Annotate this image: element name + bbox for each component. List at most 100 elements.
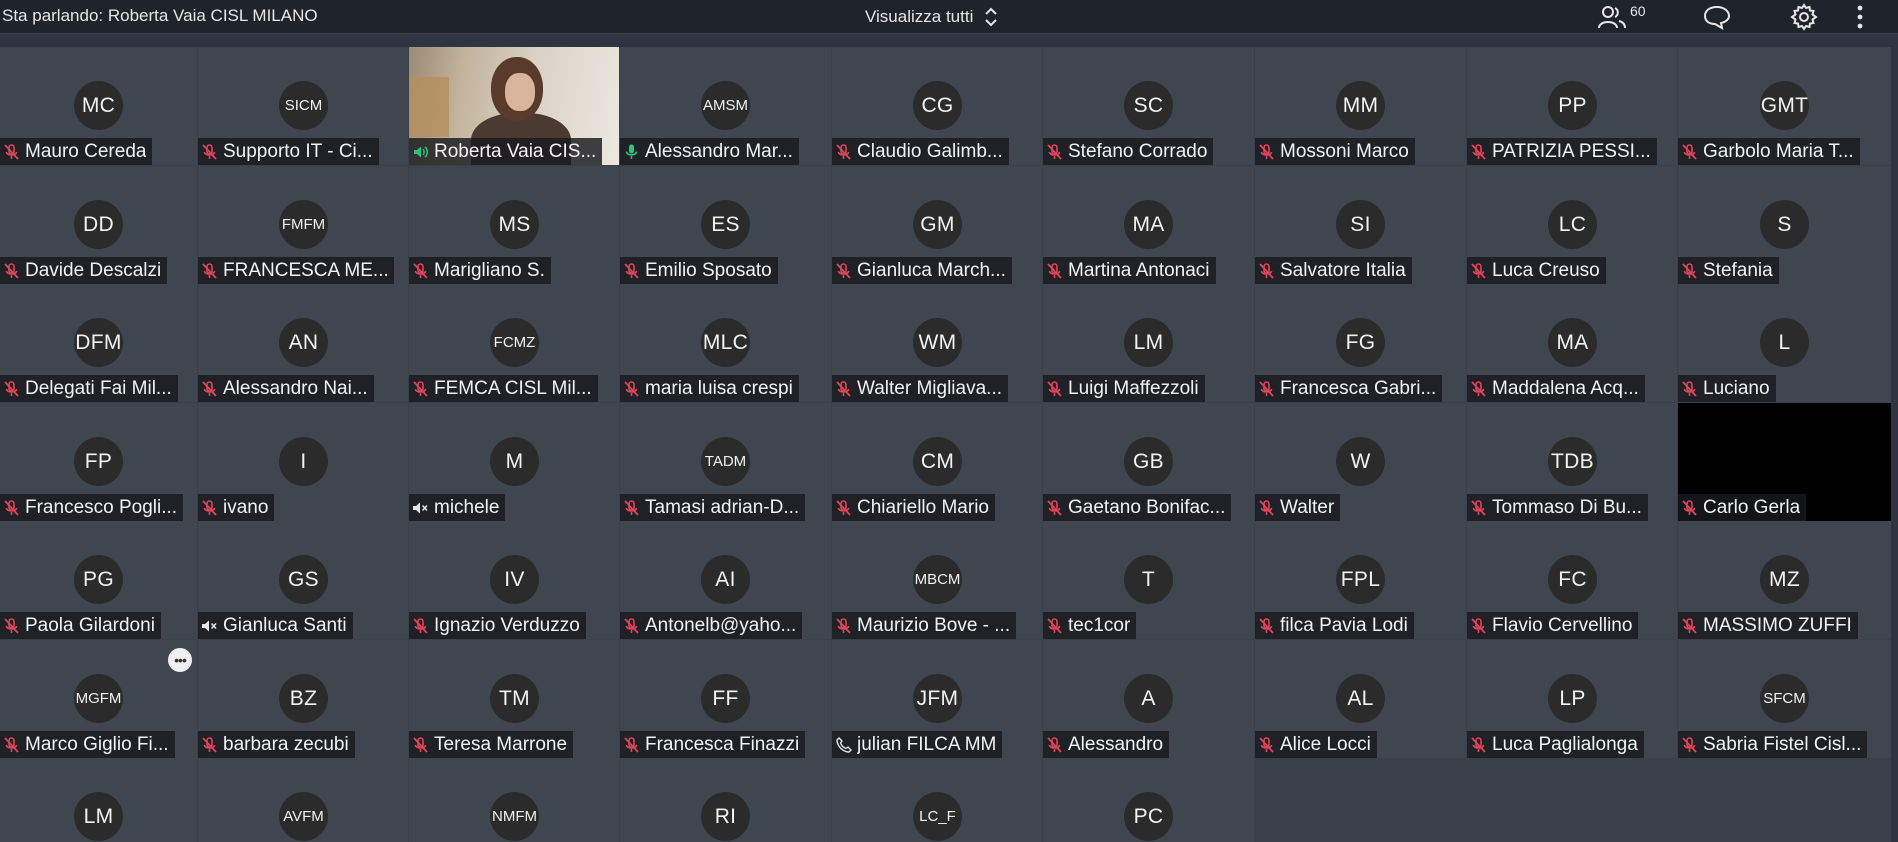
participant-tile[interactable]: LC_F — [832, 758, 1042, 842]
participant-tile[interactable]: NMFM — [409, 758, 619, 842]
participant-tile[interactable]: AN Alessandro Nai... — [198, 284, 408, 402]
more-options-button[interactable] — [1856, 3, 1864, 31]
participant-tile[interactable]: DFM Delegati Fai Mil... — [0, 284, 197, 402]
participant-tile[interactable]: MZ MASSIMO ZUFFI — [1678, 521, 1891, 639]
avatar: PC — [1124, 792, 1173, 841]
participant-tile[interactable]: TADM Tamasi adrian-D... — [620, 403, 831, 521]
participant-tile[interactable]: LM — [0, 758, 197, 842]
participant-tile[interactable]: FG Francesca Gabri... — [1255, 284, 1466, 402]
phone-icon — [836, 736, 852, 753]
participant-tile[interactable]: RI — [620, 758, 831, 842]
participant-tile[interactable]: Roberta Vaia CIS... — [409, 47, 619, 165]
speaker-muted-icon — [413, 502, 428, 513]
participant-tile[interactable]: SI Salvatore Italia — [1255, 166, 1466, 284]
participant-tile[interactable]: TDB Tommaso Di Bu... — [1467, 403, 1677, 521]
status-indicator — [835, 143, 852, 161]
participant-tile[interactable]: GMT Garbolo Maria T... — [1678, 47, 1891, 165]
participant-tile[interactable]: Iivano — [198, 403, 408, 521]
participant-tile[interactable]: AMSM Alessandro Mar... — [620, 47, 831, 165]
participant-name: Roberta Vaia CIS... — [434, 140, 597, 162]
participant-name: Gaetano Bonifac... — [1068, 496, 1226, 518]
avatar: FC — [1548, 555, 1597, 604]
participant-name: Alessandro — [1068, 733, 1164, 755]
participant-tile[interactable]: IV Ignazio Verduzzo — [409, 521, 619, 639]
participant-tile[interactable]: S Stefania — [1678, 166, 1891, 284]
participant-tile[interactable]: Mmichele — [409, 403, 619, 521]
participant-tile[interactable]: A Alessandro — [1043, 640, 1254, 758]
participant-name: Luca Creuso — [1492, 259, 1600, 281]
participant-tile[interactable]: CM Chiariello Mario — [832, 403, 1042, 521]
participant-name: FRANCESCA ME... — [223, 259, 388, 281]
status-indicator — [623, 380, 640, 398]
status-indicator — [835, 617, 852, 635]
participant-tile[interactable]: PC — [1043, 758, 1254, 842]
status-indicator — [1046, 262, 1063, 280]
mic-muted-icon — [202, 262, 217, 279]
mic-muted-icon — [836, 262, 851, 279]
participant-tile[interactable]: MS Marigliano S. — [409, 166, 619, 284]
participants-button[interactable]: 60 — [1597, 3, 1646, 31]
participant-tile[interactable]: FC Flavio Cervellino — [1467, 521, 1677, 639]
participant-nameplate: julian FILCA MM — [832, 731, 1003, 758]
participant-tile[interactable]: MM Mossoni Marco — [1255, 47, 1466, 165]
participant-tile[interactable]: GS Gianluca Santi — [198, 521, 408, 639]
participant-tile[interactable]: MBCM Maurizio Bove - ... — [832, 521, 1042, 639]
status-indicator — [412, 736, 429, 754]
participant-tile[interactable]: AI Antonelb@yaho... — [620, 521, 831, 639]
participant-tile[interactable]: LP Luca Paglialonga — [1467, 640, 1677, 758]
participant-nameplate: Stefania — [1678, 257, 1779, 284]
participant-tile[interactable]: MA Maddalena Acq... — [1467, 284, 1677, 402]
participant-tile[interactable]: SICM Supporto IT - Ci... — [198, 47, 408, 165]
participant-tile[interactable]: TM Teresa Marrone — [409, 640, 619, 758]
participant-tile[interactable]: Ttec1cor — [1043, 521, 1254, 639]
avatar: M — [490, 437, 539, 486]
participant-tile[interactable]: PP PATRIZIA PESSI... — [1467, 47, 1677, 165]
participant-tile[interactable]: CG Claudio Galimb... — [832, 47, 1042, 165]
participant-nameplate: Maurizio Bove - ... — [832, 612, 1017, 639]
participant-tile[interactable]: W Walter — [1255, 403, 1466, 521]
participant-tile[interactable]: DD Davide Descalzi — [0, 166, 197, 284]
mic-muted-icon — [1682, 499, 1697, 516]
participant-tile[interactable]: Carlo Gerla — [1678, 403, 1891, 521]
participant-tile[interactable]: FCMZ FEMCA CISL Mil... — [409, 284, 619, 402]
participant-tile[interactable]: FMFM FRANCESCA ME... — [198, 166, 408, 284]
status-indicator — [623, 736, 640, 754]
participant-nameplate: Marigliano S. — [409, 257, 551, 284]
participant-tile[interactable]: FPL filca Pavia Lodi — [1255, 521, 1466, 639]
participant-name: Luca Paglialonga — [1492, 733, 1638, 755]
participant-tile[interactable]: LM Luigi Maffezzoli — [1043, 284, 1254, 402]
chat-button[interactable] — [1702, 3, 1732, 31]
status-indicator — [1046, 617, 1063, 635]
avatar: NMFM — [490, 792, 539, 841]
participant-tile[interactable]: MC Mauro Cereda — [0, 47, 197, 165]
settings-button[interactable] — [1790, 3, 1818, 31]
participant-tile[interactable]: JFM julian FILCA MM — [832, 640, 1042, 758]
view-all-button[interactable]: Visualizza tutti — [865, 4, 999, 30]
participant-name: Luigi Maffezzoli — [1068, 377, 1199, 399]
participant-tile[interactable]: FP Francesco Pogli... — [0, 403, 197, 521]
participant-tile[interactable]: PG Paola Gilardoni — [0, 521, 197, 639]
tile-more-button[interactable]: ••• — [168, 648, 192, 672]
participant-tile[interactable]: SC Stefano Corrado — [1043, 47, 1254, 165]
avatar: GM — [913, 200, 962, 249]
mic-muted-icon — [1471, 617, 1486, 634]
participant-tile[interactable]: WM Walter Migliava... — [832, 284, 1042, 402]
participant-tile[interactable]: AL Alice Locci — [1255, 640, 1466, 758]
participant-tile[interactable]: MA Martina Antonaci — [1043, 166, 1254, 284]
participant-tile[interactable]: L Luciano — [1678, 284, 1891, 402]
participant-tile[interactable]: SFCM Sabria Fistel Cisl... — [1678, 640, 1891, 758]
participant-tile[interactable]: AVFM — [198, 758, 408, 842]
participant-tile[interactable]: FF Francesca Finazzi — [620, 640, 831, 758]
participants-grid: MC Mauro Cereda SICM Supporto IT - Ci... Rob… — [0, 47, 1891, 842]
participant-name: Teresa Marrone — [434, 733, 568, 755]
participant-tile[interactable]: BZ barbara zecubi — [198, 640, 408, 758]
avatar: TDB — [1548, 437, 1597, 486]
participant-tile[interactable]: GM Gianluca March... — [832, 166, 1042, 284]
participant-tile[interactable]: ES Emilio Sposato — [620, 166, 831, 284]
participant-tile[interactable]: LC Luca Creuso — [1467, 166, 1677, 284]
avatar: W — [1336, 437, 1385, 486]
participant-tile[interactable]: GB Gaetano Bonifac... — [1043, 403, 1254, 521]
participant-name: Martina Antonaci — [1068, 259, 1210, 281]
participant-tile[interactable]: MLC maria luisa crespi — [620, 284, 831, 402]
participant-nameplate: Gianluca March... — [832, 257, 1012, 284]
